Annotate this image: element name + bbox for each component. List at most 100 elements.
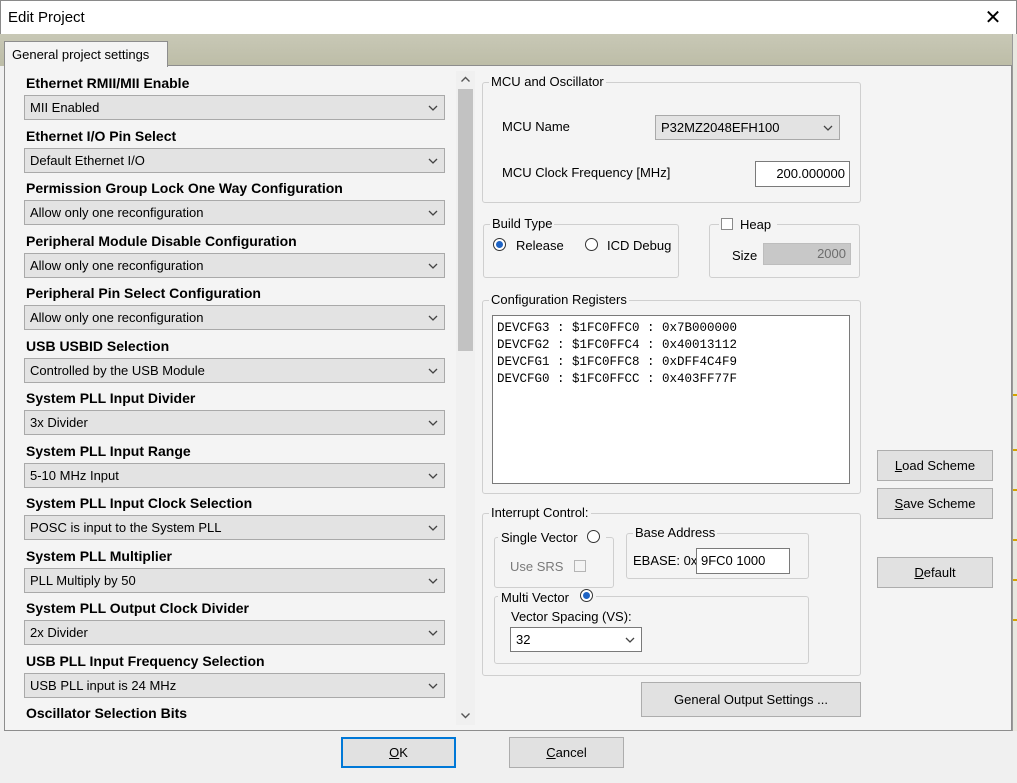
options-scrollbar[interactable] [456,71,475,725]
config-register-line: DEVCFG0 : $1FC0FFCC : 0x403FF77F [497,372,738,386]
cancel-button[interactable]: Cancel [509,737,624,768]
load-scheme-button[interactable]: Load Scheme [877,450,993,481]
ok-button[interactable]: OK [341,737,456,768]
mcu-name-label: MCU Name [502,119,570,134]
save-scheme-text: ave Scheme [903,496,976,511]
icd-debug-radio[interactable] [585,238,598,251]
use-srs-label: Use SRS [510,559,564,574]
heap-size-label: Size [732,248,758,263]
chevron-down-icon [428,208,438,218]
config-option-value: USB PLL input is 24 MHz [30,677,177,693]
config-option-select[interactable]: Controlled by the USB Module [24,357,445,383]
mcu-clock-input[interactable]: 200.000000 [755,161,850,187]
config-option-select[interactable]: PLL Multiply by 50 [24,567,445,593]
save-scheme-mnemonic: S [894,496,904,511]
close-icon[interactable]: ✕ [980,5,1006,31]
config-option-label: System PLL Input Range [26,442,191,459]
config-option-label: Peripheral Pin Select Configuration [26,285,261,301]
ebase-label: EBASE: 0x [633,553,698,568]
chevron-down-icon [428,103,438,113]
chevron-down-icon [428,576,438,586]
config-register-line: DEVCFG2 : $1FC0FFC4 : 0x40013112 [497,338,738,352]
config-option-value: POSC is input to the System PLL [30,520,222,535]
default-button[interactable]: Default [877,557,993,588]
config-option-value: 3x Divider [30,415,88,430]
heap-size-input[interactable]: 2000 [763,243,851,265]
vector-spacing-value: 32 [516,632,531,647]
chevron-down-icon [428,313,438,323]
config-option-value: Allow only one reconfiguration [30,205,204,220]
config-registers-textbox[interactable]: DEVCFG3 : $1FC0FFC0 : 0x7B000000 DEVCFG2 … [492,315,850,484]
config-option-select[interactable]: POSC is input to the System PLL [24,515,445,540]
single-vector-radio[interactable] [587,530,600,543]
interrupt-control-title: Interrupt Control: [489,505,591,520]
cancel-text: ancel [555,745,587,760]
background-window-edge [1012,34,1017,783]
ebase-input[interactable]: 9FC0 1000 [696,548,790,574]
release-radio[interactable] [493,238,506,251]
mcu-clock-label: MCU Clock Frequency [MHz] [502,165,671,180]
chevron-down-icon [428,366,438,376]
config-option-label: System PLL Input Clock Selection [26,495,253,511]
config-register-line: DEVCFG3 : $1FC0FFC0 : 0x7B000000 [497,321,738,335]
vector-spacing-select[interactable]: 32 [510,627,642,652]
heap-label: Heap [740,217,772,232]
config-option-label: System PLL Output Clock Divider [26,600,250,616]
config-register-line: DEVCFG1 : $1FC0FFC8 : 0xDFF4C4F9 [497,355,738,369]
config-option-label: Peripheral Module Disable Configuration [26,232,297,249]
ok-text: K [399,745,408,760]
save-scheme-button[interactable]: Save Scheme [877,488,993,519]
config-option-select[interactable]: 3x Divider [24,410,445,435]
icd-debug-label: ICD Debug [607,238,672,253]
config-option-label: System PLL Multiplier [26,547,172,564]
cancel-mnemonic: C [546,745,556,760]
multi-vector-radio[interactable] [580,589,593,602]
mcu-name-select[interactable]: P32MZ2048EFH100 [655,115,840,140]
config-option-select[interactable]: Allow only one reconfiguration [24,305,445,330]
config-option-value: 5-10 MHz Input [30,467,119,483]
default-mnemonic: D [914,565,924,580]
config-option-value: Controlled by the USB Module [30,362,205,378]
chevron-down-icon [428,471,438,481]
ok-mnemonic: O [389,745,400,760]
config-option-label: Ethernet I/O Pin Select [26,127,177,144]
chevron-down-icon [823,123,833,133]
config-option-value: Allow only one reconfiguration [30,257,204,273]
config-option-select[interactable]: Allow only one reconfiguration [24,200,445,225]
heap-checkbox[interactable] [721,218,733,230]
config-option-select[interactable]: USB PLL input is 24 MHz [24,672,445,698]
config-option-value: Default Ethernet I/O [30,152,145,168]
scroll-thumb[interactable] [458,89,473,351]
config-option-select[interactable]: 2x Divider [24,620,445,645]
config-option-label: Oscillator Selection Bits [26,705,188,721]
scroll-down-icon[interactable] [460,709,471,720]
config-option-select[interactable]: Default Ethernet I/O [24,147,445,173]
build-type-title: Build Type [490,216,555,231]
scroll-up-icon[interactable] [460,73,471,84]
vector-spacing-label: Vector Spacing (VS): [511,609,632,624]
config-option-value: MII Enabled [30,100,100,115]
config-option-select[interactable]: 5-10 MHz Input [24,462,445,488]
config-option-value: PLL Multiply by 50 [30,572,136,588]
base-address-title: Base Address [633,525,718,540]
config-options-list: Ethernet RMII/MII Enable MII Enabled Ether… [24,71,446,725]
use-srs-checkbox[interactable] [574,560,586,572]
tab-general-project-settings[interactable]: General project settings [4,41,168,67]
mcu-group-title: MCU and Oscillator [489,74,606,89]
config-registers-title: Configuration Registers [489,292,629,307]
chevron-down-icon [428,681,438,691]
config-option-label: Permission Group Lock One Way Configurat… [26,180,343,196]
single-vector-label: Single Vector [501,530,578,545]
window-title: Edit Project [8,9,85,26]
chevron-down-icon [428,156,438,166]
chevron-down-icon [428,523,438,533]
multi-vector-label: Multi Vector [501,590,569,605]
config-option-select[interactable]: Allow only one reconfiguration [24,252,445,278]
config-option-select[interactable]: MII Enabled [24,95,445,120]
chevron-down-icon [625,635,635,645]
chevron-down-icon [428,628,438,638]
config-option-label: USB PLL Input Frequency Selection [26,652,265,669]
general-output-settings-button[interactable]: General Output Settings ... [641,682,861,717]
chevron-down-icon [428,418,438,428]
release-label: Release [516,238,564,253]
